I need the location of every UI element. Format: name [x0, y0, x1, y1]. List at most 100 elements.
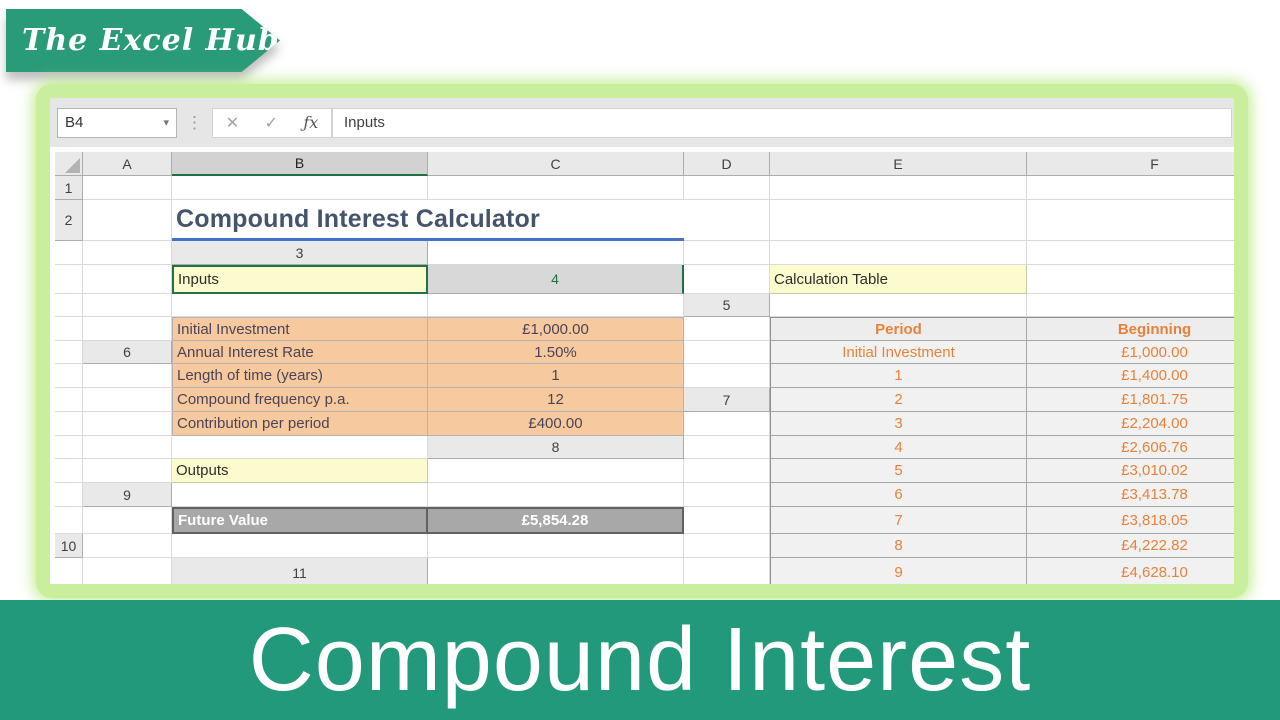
cell[interactable] — [55, 412, 83, 436]
column-header-A[interactable]: A — [83, 152, 172, 176]
cell[interactable] — [83, 364, 172, 388]
cell[interactable] — [83, 459, 172, 483]
cell[interactable] — [83, 436, 172, 459]
cell[interactable] — [172, 483, 428, 507]
cell-input-value[interactable]: 1.50% — [428, 341, 684, 364]
cell[interactable] — [83, 265, 172, 294]
cell[interactable] — [55, 241, 83, 265]
calc-table-beginning-cell[interactable]: £3,010.02 — [1027, 459, 1234, 483]
cell[interactable] — [83, 534, 172, 558]
cell[interactable] — [83, 294, 172, 317]
cell[interactable] — [172, 436, 428, 459]
cell[interactable] — [684, 265, 770, 294]
calc-table-beginning-cell[interactable]: £2,204.00 — [1027, 412, 1234, 436]
calc-table-period-cell[interactable]: Initial Investment — [770, 341, 1027, 364]
cell[interactable] — [83, 412, 172, 436]
cell[interactable] — [684, 241, 770, 265]
row-header-2[interactable]: 2 — [55, 200, 83, 241]
cell[interactable] — [55, 483, 83, 507]
row-header-10[interactable]: 10 — [55, 534, 83, 558]
cell[interactable] — [55, 558, 83, 584]
calc-table-beginning-cell[interactable]: £4,628.10 — [1027, 558, 1234, 584]
row-header-4[interactable]: 4 — [428, 265, 684, 294]
calc-table-beginning-cell[interactable]: £1,400.00 — [1027, 364, 1234, 388]
calc-table-beginning-cell[interactable]: £3,818.05 — [1027, 507, 1234, 534]
calc-table-period-cell[interactable]: 2 — [770, 388, 1027, 412]
cell[interactable] — [1027, 200, 1234, 241]
cell-input-value[interactable]: 1 — [428, 364, 684, 388]
cell-input-value[interactable]: £1,000.00 — [428, 317, 684, 341]
cell[interactable] — [55, 436, 83, 459]
calc-table-period-cell[interactable]: 3 — [770, 412, 1027, 436]
cell-input-value[interactable]: £400.00 — [428, 412, 684, 436]
cell[interactable] — [55, 364, 83, 388]
calc-table-beginning-cell[interactable]: £3,413.78 — [1027, 483, 1234, 507]
cell-calc-table-label[interactable]: Calculation Table — [770, 265, 1027, 294]
cell-future-value[interactable]: £5,854.28 — [428, 507, 684, 534]
calc-table-header-beginning[interactable]: Beginning — [1027, 317, 1234, 341]
calc-table-header-period[interactable]: Period — [770, 317, 1027, 341]
cancel-icon[interactable]: ✕ — [226, 113, 239, 133]
cell[interactable] — [684, 436, 770, 459]
cell-outputs-label[interactable]: Outputs — [172, 459, 428, 483]
calc-table-period-cell[interactable]: 1 — [770, 364, 1027, 388]
cell[interactable] — [55, 294, 83, 317]
cell[interactable] — [1027, 265, 1234, 294]
cell[interactable] — [55, 459, 83, 483]
cell[interactable] — [83, 176, 172, 200]
cell-input-label[interactable]: Length of time (years) — [172, 364, 428, 388]
cell[interactable] — [83, 317, 172, 341]
cell[interactable] — [83, 200, 172, 241]
row-header-3[interactable]: 3 — [172, 241, 428, 265]
calc-table-beginning-cell[interactable]: £4,222.82 — [1027, 534, 1234, 558]
cell[interactable] — [428, 294, 684, 317]
calc-table-period-cell[interactable]: 5 — [770, 459, 1027, 483]
calc-table-beginning-cell[interactable]: £1,000.00 — [1027, 341, 1234, 364]
cell-input-label[interactable]: Compound frequency p.a. — [172, 388, 428, 412]
chevron-down-icon[interactable]: ▾ — [163, 116, 169, 129]
cell[interactable] — [55, 265, 83, 294]
cell[interactable] — [428, 241, 684, 265]
cell[interactable] — [83, 388, 172, 412]
select-all-button[interactable] — [55, 152, 83, 176]
cell[interactable] — [684, 483, 770, 507]
cell[interactable] — [770, 294, 1027, 317]
cell[interactable] — [428, 534, 684, 558]
cell[interactable] — [428, 483, 684, 507]
name-box[interactable]: B4 ▾ — [57, 108, 177, 138]
cell[interactable] — [1027, 241, 1234, 265]
cell[interactable] — [428, 459, 684, 483]
enter-icon[interactable]: ✓ — [265, 113, 278, 133]
row-header-9[interactable]: 9 — [83, 483, 172, 507]
cell[interactable] — [684, 534, 770, 558]
column-header-B[interactable]: B — [172, 152, 428, 176]
cell-future-value-label[interactable]: Future Value — [172, 507, 428, 534]
cell[interactable] — [770, 241, 1027, 265]
calc-table-beginning-cell[interactable]: £2,606.76 — [1027, 436, 1234, 459]
cell[interactable] — [1027, 176, 1234, 200]
cell[interactable] — [172, 294, 428, 317]
row-header-11[interactable]: 11 — [172, 558, 428, 584]
cell[interactable] — [684, 364, 770, 388]
cell[interactable] — [428, 558, 684, 584]
column-header-C[interactable]: C — [428, 152, 684, 176]
cell[interactable] — [428, 176, 684, 200]
column-header-D[interactable]: D — [684, 152, 770, 176]
cell[interactable] — [1027, 294, 1234, 317]
cell[interactable] — [684, 341, 770, 364]
cell[interactable] — [55, 507, 83, 534]
calc-table-period-cell[interactable]: 4 — [770, 436, 1027, 459]
cell-input-label[interactable]: Annual Interest Rate — [172, 341, 428, 364]
formula-bar[interactable]: Inputs — [332, 108, 1232, 138]
cell[interactable] — [684, 317, 770, 341]
column-header-E[interactable]: E — [770, 152, 1027, 176]
cell-input-label[interactable]: Initial Investment — [172, 317, 428, 341]
calc-table-period-cell[interactable]: 8 — [770, 534, 1027, 558]
row-header-6[interactable]: 6 — [83, 341, 172, 364]
calc-table-period-cell[interactable]: 9 — [770, 558, 1027, 584]
cell[interactable] — [55, 341, 83, 364]
cell[interactable] — [684, 176, 770, 200]
cell[interactable] — [684, 412, 770, 436]
cell[interactable] — [55, 317, 83, 341]
cell[interactable] — [83, 507, 172, 534]
